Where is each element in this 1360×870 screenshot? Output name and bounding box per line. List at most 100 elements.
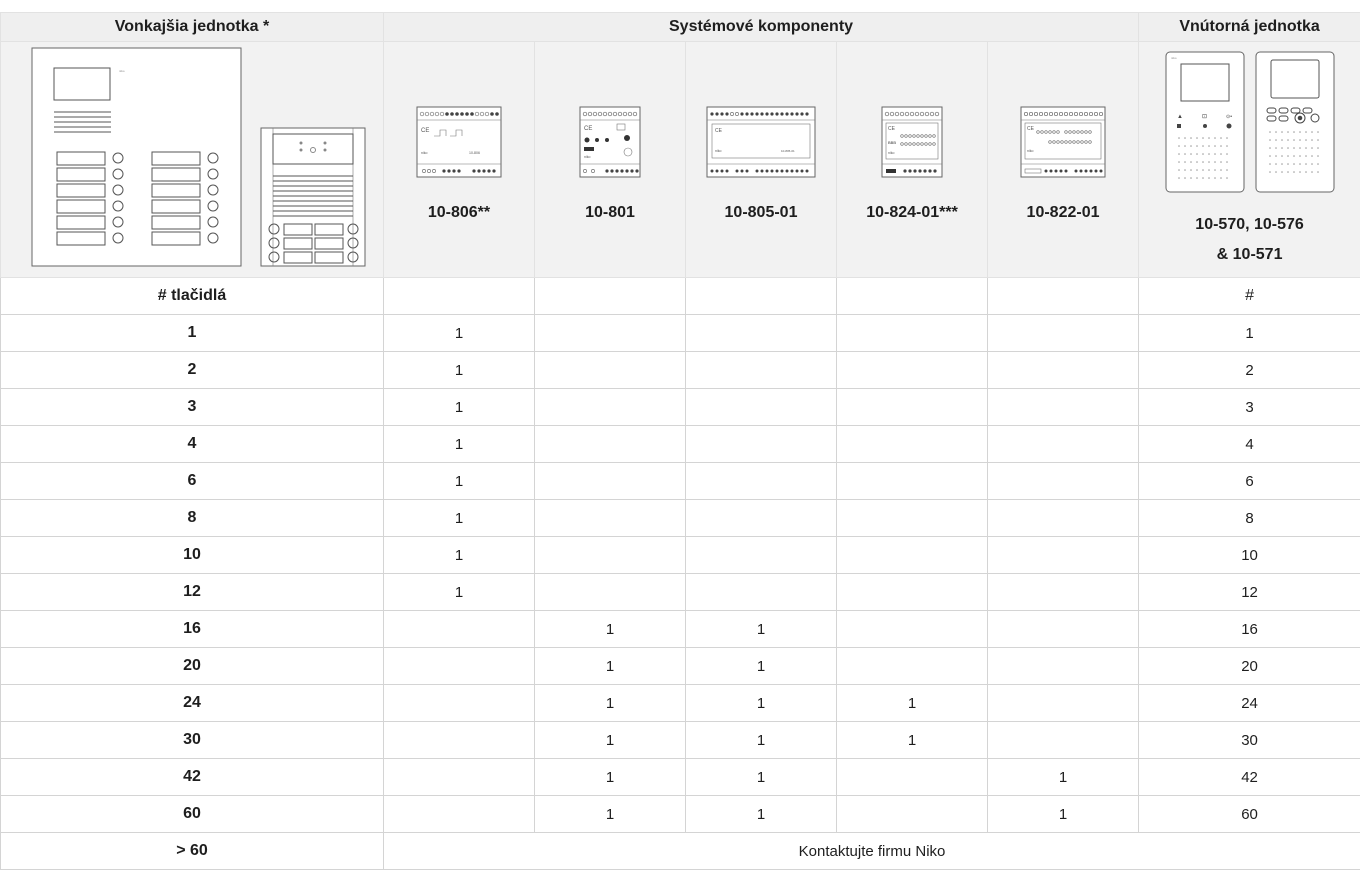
- table-row: 4 1 4: [1, 426, 1360, 463]
- table-row: 20 1 1 20: [1, 648, 1360, 685]
- indoor-count: 4: [1139, 426, 1360, 463]
- indoor-column-label: #: [1139, 278, 1360, 315]
- table-row: 60 1 1 1 60: [1, 796, 1360, 833]
- qty-10-806: 1: [384, 463, 535, 500]
- qty-10-801: 1: [535, 722, 686, 759]
- module-10-822-01-illustration: CE niko: [988, 92, 1139, 212]
- indoor-count: 16: [1139, 611, 1360, 648]
- module-10-805-01-illustration: CE niko 10-805-01: [686, 92, 837, 212]
- qty-10-822-01: [988, 463, 1139, 500]
- qty-10-822-01: [988, 537, 1139, 574]
- qty-10-806: [384, 611, 535, 648]
- svg-text:CE: CE: [584, 126, 592, 132]
- buttons-count: 60: [1, 796, 384, 833]
- qty-10-806: [384, 796, 535, 833]
- qty-10-822-01: [988, 722, 1139, 759]
- module-10-801-illustration: CE niko: [535, 92, 686, 212]
- qty-10-824-01: [837, 426, 988, 463]
- svg-text:niko: niko: [421, 151, 427, 155]
- qty-10-806: 1: [384, 537, 535, 574]
- outdoor-unit-cell: niko: [1, 42, 384, 278]
- qty-10-801: 1: [535, 611, 686, 648]
- component-code: 10-806**: [384, 204, 534, 222]
- indoor-unit-cell: niko ▲ ⊡ ⊙•: [1139, 42, 1360, 278]
- empty-cell: [535, 278, 686, 315]
- table-row: 3 1 3: [1, 389, 1360, 426]
- table-row: 10 1 10: [1, 537, 1360, 574]
- svg-text:CE: CE: [1027, 126, 1035, 132]
- qty-10-822-01: [988, 352, 1139, 389]
- qty-10-806: [384, 648, 535, 685]
- svg-text:10-805-01: 10-805-01: [781, 149, 795, 153]
- indoor-count: 6: [1139, 463, 1360, 500]
- qty-10-805-01: 1: [686, 685, 837, 722]
- component-cell-10-801: CE niko 10-801: [535, 42, 686, 278]
- table-row: 1 1 1: [1, 315, 1360, 352]
- large-doorpanel-frame: [32, 48, 241, 266]
- indoor-count: 3: [1139, 389, 1360, 426]
- qty-10-822-01: 1: [988, 759, 1139, 796]
- component-cell-10-822-01: CE niko 10-822-01: [988, 42, 1139, 278]
- qty-10-806: 1: [384, 426, 535, 463]
- qty-10-822-01: [988, 611, 1139, 648]
- qty-10-805-01: 1: [686, 648, 837, 685]
- buttons-count: 12: [1, 574, 384, 611]
- qty-10-806: [384, 685, 535, 722]
- indoor-count: 12: [1139, 574, 1360, 611]
- svg-text:10-806: 10-806: [469, 151, 480, 155]
- component-code: 10-801: [535, 204, 685, 222]
- qty-10-801: [535, 426, 686, 463]
- qty-10-824-01: [837, 537, 988, 574]
- qty-10-805-01: [686, 352, 837, 389]
- qty-10-805-01: [686, 315, 837, 352]
- buttons-count: 2: [1, 352, 384, 389]
- indoor-code-line2: & 10-571: [1139, 246, 1360, 264]
- indoor-count: 60: [1139, 796, 1360, 833]
- qty-10-801: 1: [535, 685, 686, 722]
- buttons-count: > 60: [1, 833, 384, 870]
- buttons-count: 1: [1, 315, 384, 352]
- component-cell-10-824-01: CE BBB niko 10-824-01***: [837, 42, 988, 278]
- table-row: 30 1 1 1 30: [1, 722, 1360, 759]
- qty-10-805-01: [686, 426, 837, 463]
- qty-10-822-01: 1: [988, 796, 1139, 833]
- qty-10-801: [535, 352, 686, 389]
- buttons-count: 16: [1, 611, 384, 648]
- qty-10-801: 1: [535, 796, 686, 833]
- buttons-count: 20: [1, 648, 384, 685]
- qty-10-801: [535, 574, 686, 611]
- component-code: 10-824-01***: [837, 204, 987, 222]
- svg-text:BBB: BBB: [888, 140, 896, 145]
- empty-cell: [988, 278, 1139, 315]
- indoor-count: 2: [1139, 352, 1360, 389]
- qty-10-806: [384, 759, 535, 796]
- qty-10-801: 1: [535, 759, 686, 796]
- qty-10-822-01: [988, 389, 1139, 426]
- component-code: 10-822-01: [988, 204, 1138, 222]
- table-row: 8 1 8: [1, 500, 1360, 537]
- qty-10-801: [535, 315, 686, 352]
- svg-text:niko: niko: [1027, 149, 1033, 153]
- qty-10-824-01: [837, 648, 988, 685]
- buttons-count: 6: [1, 463, 384, 500]
- indoor-count: 10: [1139, 537, 1360, 574]
- table-row-over-60: > 60 Kontaktujte firmu Niko: [1, 833, 1360, 870]
- qty-10-824-01: [837, 796, 988, 833]
- module-10-824-01-illustration: CE BBB niko: [837, 92, 988, 212]
- qty-10-824-01: [837, 574, 988, 611]
- qty-10-824-01: [837, 352, 988, 389]
- qty-10-806: 1: [384, 352, 535, 389]
- header-indoor-unit: Vnútorná jednotka: [1139, 13, 1360, 42]
- qty-10-801: [535, 537, 686, 574]
- indoor-monitor-illustration: niko ▲ ⊡ ⊙•: [1139, 42, 1360, 202]
- compatibility-table: Vonkajšia jednotka * Systémové komponent…: [0, 12, 1360, 870]
- buttons-column-label: # tlačidlá: [1, 278, 384, 315]
- small-doorpanel-frame: [261, 128, 365, 266]
- qty-10-806: 1: [384, 315, 535, 352]
- qty-10-824-01: [837, 611, 988, 648]
- empty-cell: [686, 278, 837, 315]
- svg-text:⊙•: ⊙•: [1226, 114, 1232, 120]
- qty-10-806: 1: [384, 574, 535, 611]
- buttons-count: 42: [1, 759, 384, 796]
- table-row: 42 1 1 1 42: [1, 759, 1360, 796]
